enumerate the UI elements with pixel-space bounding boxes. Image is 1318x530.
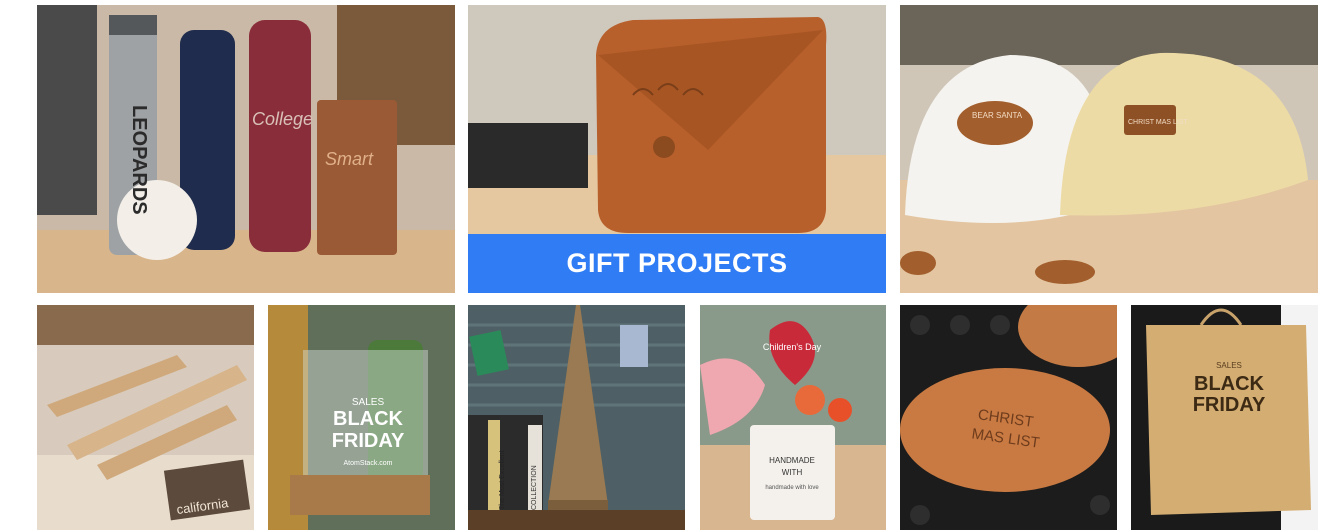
tile-flower-pot[interactable]: Children's Day HANDMADE WITH handmade wi… <box>700 305 886 530</box>
pot-text-line2: WITH <box>782 468 803 477</box>
leopards-engraving: LEOPARDS <box>128 105 150 215</box>
college-engraving: College <box>252 109 313 129</box>
airplane-image: california <box>37 305 254 530</box>
tile-acrylic-sign[interactable]: SALES BLACK FRIDAY AtomStack.com <box>268 305 455 530</box>
smart-engraving: Smart <box>325 149 374 169</box>
acrylic-sales: SALES <box>352 397 385 408</box>
tile-leather-patch-caps[interactable]: BEAR SANTA CHRIST MAS LIST <box>900 5 1318 293</box>
acrylic-sign-image: SALES BLACK FRIDAY AtomStack.com <box>268 305 455 530</box>
tile-leather-coasters[interactable]: CHRIST MAS LIST <box>900 305 1117 530</box>
flower-pot-image: Children's Day HANDMADE WITH handmade wi… <box>700 305 886 530</box>
acrylic-url: AtomStack.com <box>343 460 392 467</box>
tile-wooden-airplane[interactable]: california <box>37 305 254 530</box>
book-title-1: The Most Excellent <box>499 450 506 510</box>
gift-projects-banner[interactable]: GIFT PROJECTS <box>468 234 886 293</box>
tile-gift-projects[interactable]: GIFT PROJECTS <box>468 5 886 293</box>
bag-friday: FRIDAY <box>1193 394 1266 416</box>
acrylic-friday: FRIDAY <box>332 430 405 452</box>
eiffel-tower-image: The Most Excellent COLLECTION <box>468 305 685 530</box>
bear-santa-patch: BEAR SANTA <box>972 111 1023 120</box>
pot-text-line1: HANDMADE <box>769 456 815 465</box>
leather-coasters-image: CHRIST MAS LIST <box>900 305 1117 530</box>
acrylic-black: BLACK <box>333 408 404 430</box>
tile-engraved-tumblers[interactable]: LEOPARDS College Smart <box>37 5 455 293</box>
childrens-day-heart: Children's Day <box>763 342 822 352</box>
tumblers-image: LEOPARDS College Smart <box>37 5 455 293</box>
tile-eiffel-tower[interactable]: The Most Excellent COLLECTION <box>468 305 685 530</box>
kraft-bag-image: SALES BLACK FRIDAY <box>1131 305 1318 530</box>
pot-text-line3: handmade with love <box>765 485 819 491</box>
tile-kraft-bag[interactable]: SALES BLACK FRIDAY <box>1131 305 1318 530</box>
caps-image: BEAR SANTA CHRIST MAS LIST <box>900 5 1318 293</box>
bag-black: BLACK <box>1194 373 1265 395</box>
book-title-2: COLLECTION <box>531 465 538 510</box>
christmas-list-patch: CHRIST MAS LIST <box>1128 119 1188 126</box>
bag-sales: SALES <box>1216 361 1242 370</box>
